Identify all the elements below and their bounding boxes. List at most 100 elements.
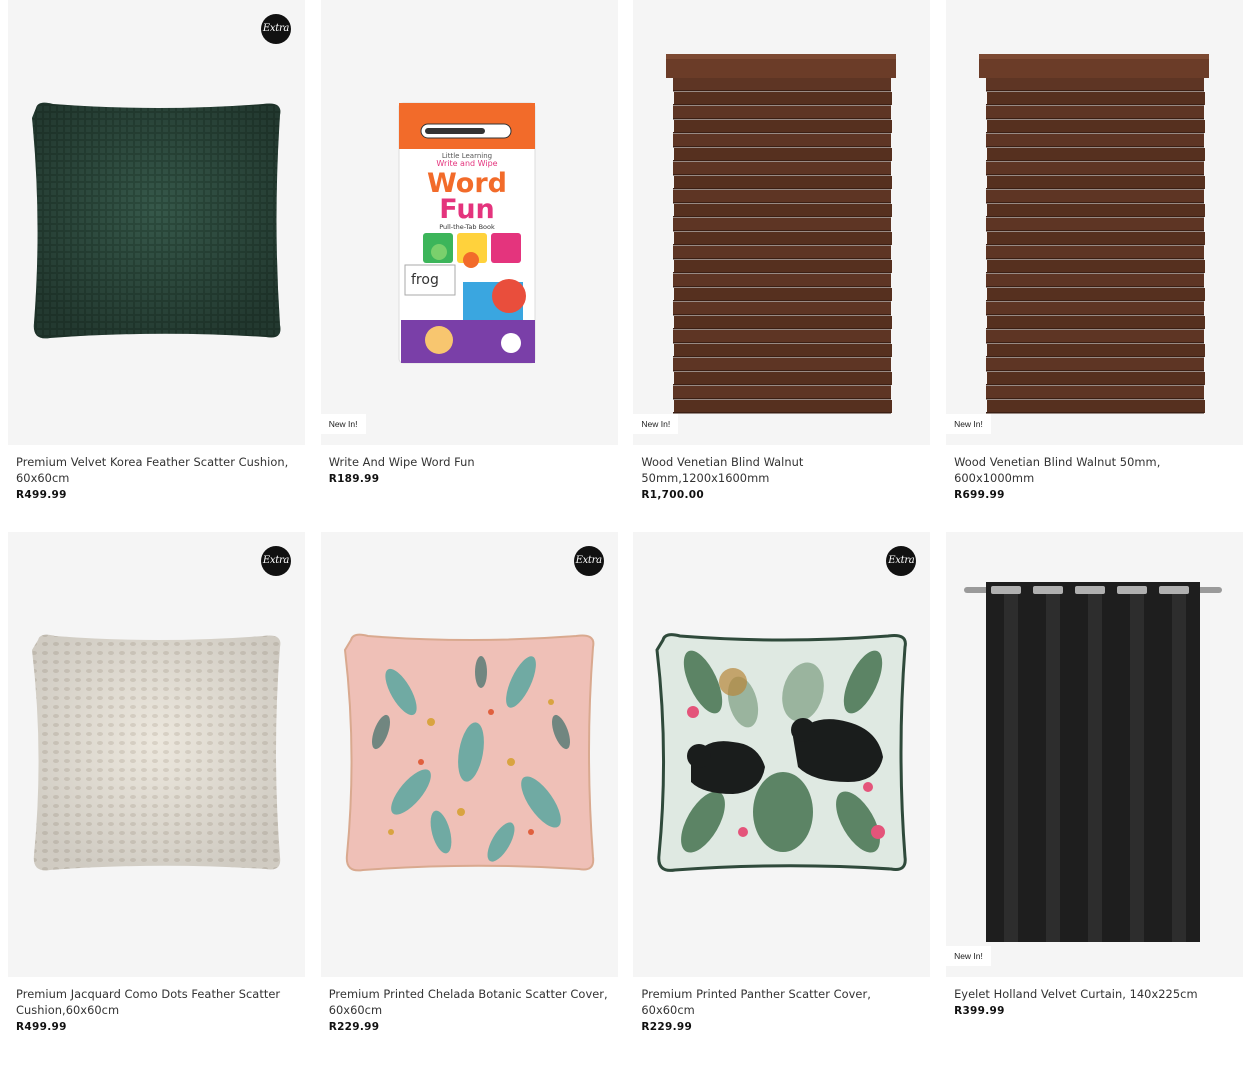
product-price: R699.99: [954, 489, 1005, 501]
blind-slat-shadow: [673, 146, 892, 148]
product-grid: Extra Premium Velvet Korea Feather Scatt…: [8, 0, 1244, 1064]
blind-slat: [674, 344, 893, 357]
product-price: R189.99: [328, 473, 380, 485]
product-title[interactable]: Wood Venetian Blind Walnut 50mm,1200x160…: [641, 454, 921, 486]
blind-slat: [673, 274, 892, 287]
product-image[interactable]: Extra: [8, 532, 305, 977]
blind-slat: [986, 386, 1205, 399]
product-image[interactable]: New In!: [633, 0, 931, 445]
blind-slat: [673, 78, 892, 91]
blind-slat-shadow: [673, 202, 892, 204]
blind-slat: [673, 358, 892, 371]
blind-slat: [986, 134, 1205, 147]
product-card[interactable]: Extra Premium Printed Chelada Botanic Sc…: [320, 532, 618, 1064]
cream-cushion-image: [32, 634, 281, 871]
blind-slat: [673, 218, 892, 231]
blind-slat-shadow: [673, 272, 892, 274]
blind-slat: [987, 400, 1206, 413]
blind-slat-shadow: [986, 272, 1205, 274]
product-title[interactable]: Premium Jacquard Como Dots Feather Scatt…: [16, 986, 296, 1018]
product-price: R499.99: [16, 489, 67, 501]
green-cushion-image: [32, 102, 281, 339]
blind-slat: [986, 190, 1205, 203]
blind-slat: [987, 260, 1206, 273]
blind-slat-shadow: [673, 314, 892, 316]
blind-slat: [673, 134, 892, 147]
product-image[interactable]: Extra: [8, 0, 305, 445]
blind-slat-shadow: [986, 356, 1205, 358]
product-image[interactable]: New In!: [946, 0, 1244, 445]
blind-slat: [674, 288, 893, 301]
book-line2: Write and Wipe: [436, 159, 497, 168]
product-title[interactable]: Write And Wipe Word Fun: [329, 454, 609, 470]
book-sub: Pull-the-Tab Book: [439, 223, 495, 231]
product-title[interactable]: Premium Printed Chelada Botanic Scatter …: [329, 986, 609, 1018]
blind-slat: [986, 274, 1205, 287]
blind-slat-shadow: [986, 412, 1205, 414]
blind-slat: [987, 372, 1206, 385]
blind-slat-shadow: [673, 412, 892, 414]
blind-slat: [987, 148, 1206, 161]
blind-slat: [674, 148, 893, 161]
blind-slat: [986, 302, 1205, 315]
blind-slat-shadow: [673, 174, 892, 176]
product-card[interactable]: Extra Premium Velvet Korea Feather Scatt…: [8, 0, 305, 532]
blind-slat-shadow: [673, 342, 892, 344]
book-tab-word: frog: [411, 272, 439, 288]
blind-slat: [673, 162, 892, 175]
blind-slat-shadow: [673, 300, 892, 302]
new-in-badge: New In!: [946, 946, 991, 966]
product-price: R229.99: [641, 1021, 693, 1033]
extra-badge: Extra: [261, 546, 291, 576]
blind-slat-shadow: [673, 244, 892, 246]
new-in-badge: New In!: [946, 414, 991, 434]
blind-slat: [674, 204, 893, 217]
blind-slat: [987, 120, 1206, 133]
blind-slat-shadow: [986, 216, 1205, 218]
blind-slat: [673, 386, 892, 399]
blind-slat-shadow: [673, 398, 892, 400]
blind-slat-shadow: [986, 160, 1205, 162]
botanic-cushion-image: [343, 633, 595, 872]
blind-slat: [986, 78, 1205, 91]
blind-slat: [986, 330, 1205, 343]
blind-slat: [986, 218, 1205, 231]
blind-slat-shadow: [673, 160, 892, 162]
blind-slat: [987, 92, 1206, 105]
blind-slat-shadow: [673, 328, 892, 330]
product-card[interactable]: Little Learning Write and Wipe Word Fun …: [320, 0, 618, 532]
product-card[interactable]: New In! Eyelet Holland Velvet Curtain, 1…: [946, 532, 1244, 1064]
product-title[interactable]: Premium Printed Panther Scatter Cover, 6…: [641, 986, 921, 1018]
product-image[interactable]: Extra: [320, 532, 618, 977]
product-card[interactable]: New In! Wood Venetian Blind Walnut 50mm,…: [946, 0, 1244, 532]
blind-slat: [673, 190, 892, 203]
blind-slat: [986, 246, 1205, 259]
product-title[interactable]: Eyelet Holland Velvet Curtain, 140x225cm: [954, 986, 1234, 1002]
blind-slat-shadow: [986, 132, 1205, 134]
walnut-blind-image: [979, 54, 1210, 414]
product-card[interactable]: New In! Wood Venetian Blind Walnut 50mm,…: [633, 0, 931, 532]
product-card[interactable]: Extra Premium Printed Panther Scatter Co…: [633, 532, 931, 1064]
book-image: Little Learning Write and Wipe Word Fun …: [398, 102, 536, 364]
extra-badge: Extra: [573, 546, 604, 576]
blind-slat-shadow: [986, 202, 1205, 204]
blind-slat: [674, 92, 893, 105]
blind-slat: [673, 330, 892, 343]
blind-slat: [674, 260, 893, 273]
product-card[interactable]: Extra Premium Jacquard Como Dots Feather…: [8, 532, 305, 1064]
product-price: R399.99: [954, 1005, 1005, 1017]
product-price: R229.99: [328, 1021, 380, 1033]
blind-slat: [674, 316, 893, 329]
blind-slat: [987, 288, 1206, 301]
product-title[interactable]: Wood Venetian Blind Walnut 50mm, 600x100…: [954, 454, 1234, 486]
blind-slat: [987, 232, 1206, 245]
product-title[interactable]: Premium Velvet Korea Feather Scatter Cus…: [16, 454, 296, 486]
product-image[interactable]: Extra: [633, 532, 931, 977]
product-image[interactable]: New In!: [946, 532, 1244, 977]
blind-slat: [674, 176, 893, 189]
blind-slat-shadow: [986, 286, 1205, 288]
blind-slat-shadow: [986, 300, 1205, 302]
blind-slat: [986, 358, 1205, 371]
blind-slat-shadow: [673, 384, 892, 386]
product-image[interactable]: Little Learning Write and Wipe Word Fun …: [320, 0, 618, 445]
